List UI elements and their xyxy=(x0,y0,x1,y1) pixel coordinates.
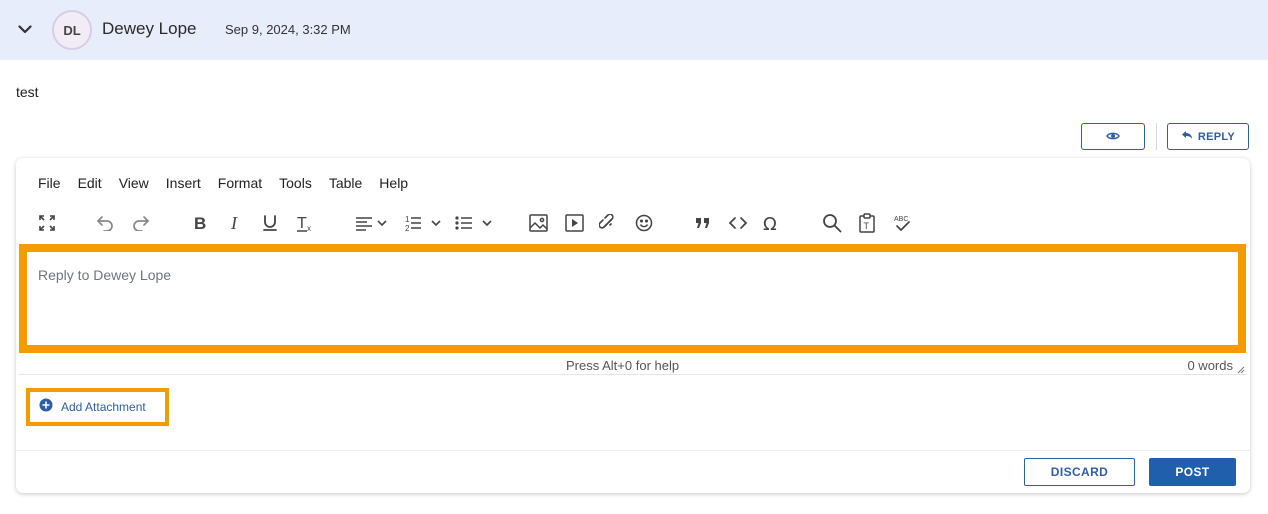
menu-view[interactable]: View xyxy=(119,175,149,191)
underline-icon[interactable] xyxy=(259,210,281,236)
svg-text:T: T xyxy=(297,215,307,232)
reply-arrow-icon xyxy=(1181,130,1193,143)
fullscreen-icon[interactable] xyxy=(36,210,58,236)
eye-icon xyxy=(1106,128,1120,146)
reply-editor[interactable]: Reply to Dewey Lope xyxy=(19,244,1246,353)
spellcheck-icon[interactable]: ABC xyxy=(891,210,913,236)
numbered-list-icon[interactable]: 12 xyxy=(403,210,445,236)
svg-text:1: 1 xyxy=(405,215,410,224)
svg-text:B: B xyxy=(194,215,206,231)
clear-formatting-icon[interactable]: Tx xyxy=(294,210,316,236)
redo-icon[interactable] xyxy=(130,210,152,236)
preview-button[interactable] xyxy=(1081,123,1145,150)
search-icon[interactable] xyxy=(821,210,843,236)
avatar: DL xyxy=(52,10,92,50)
svg-text:I: I xyxy=(230,215,238,231)
bulleted-list-icon[interactable] xyxy=(453,210,495,236)
button-divider xyxy=(1156,123,1157,150)
footer-divider xyxy=(16,450,1250,451)
menu-help[interactable]: Help xyxy=(379,175,408,191)
svg-text:x: x xyxy=(307,224,311,232)
svg-text:ABC: ABC xyxy=(894,216,908,223)
add-attachment-label: Add Attachment xyxy=(61,400,146,414)
discard-button[interactable]: DISCARD xyxy=(1024,458,1135,486)
menu-insert[interactable]: Insert xyxy=(166,175,201,191)
help-hint: Press Alt+0 for help xyxy=(566,358,680,373)
author-name: Dewey Lope xyxy=(102,19,197,38)
resize-handle-icon[interactable] xyxy=(1237,361,1245,379)
plus-circle-icon xyxy=(39,398,53,417)
align-icon[interactable] xyxy=(352,210,392,236)
menu-file[interactable]: File xyxy=(38,175,61,191)
code-icon[interactable] xyxy=(727,210,749,236)
reply-button[interactable]: REPLY xyxy=(1167,123,1249,150)
svg-text:T: T xyxy=(864,221,870,231)
post-message: test xyxy=(16,84,39,100)
media-icon[interactable] xyxy=(563,210,585,236)
post-header: DL Dewey Lope Sep 9, 2024, 3:32 PM xyxy=(0,0,1268,60)
post-button[interactable]: POST xyxy=(1149,458,1236,486)
reply-label: REPLY xyxy=(1197,130,1236,143)
svg-text:2: 2 xyxy=(405,224,410,232)
post-timestamp: Sep 9, 2024, 3:32 PM xyxy=(225,22,351,37)
editor-toolbar: B I Tx 12 Ω T ABC xyxy=(16,210,1250,238)
emoji-icon[interactable] xyxy=(633,210,655,236)
link-icon[interactable] xyxy=(597,210,619,236)
menu-edit[interactable]: Edit xyxy=(78,175,102,191)
svg-text:Ω: Ω xyxy=(763,214,777,232)
italic-icon[interactable]: I xyxy=(225,210,245,236)
paste-as-text-icon[interactable]: T xyxy=(856,210,878,236)
image-icon[interactable] xyxy=(527,210,549,236)
editor-placeholder: Reply to Dewey Lope xyxy=(38,267,172,283)
bold-icon[interactable]: B xyxy=(190,210,210,236)
reply-composer: File Edit View Insert Format Tools Table… xyxy=(16,158,1250,493)
special-character-icon[interactable]: Ω xyxy=(761,210,783,236)
menu-tools[interactable]: Tools xyxy=(279,175,312,191)
menu-format[interactable]: Format xyxy=(218,175,262,191)
editor-statusbar: Press Alt+0 for help 0 words xyxy=(19,353,1247,375)
blockquote-icon[interactable] xyxy=(692,210,714,236)
add-attachment-button[interactable]: Add Attachment xyxy=(26,388,169,426)
menu-table[interactable]: Table xyxy=(329,175,362,191)
editor-menubar: File Edit View Insert Format Tools Table… xyxy=(38,175,425,191)
word-count: 0 words xyxy=(1187,358,1233,373)
collapse-chevron-icon[interactable] xyxy=(14,18,36,40)
undo-icon[interactable] xyxy=(94,210,116,236)
